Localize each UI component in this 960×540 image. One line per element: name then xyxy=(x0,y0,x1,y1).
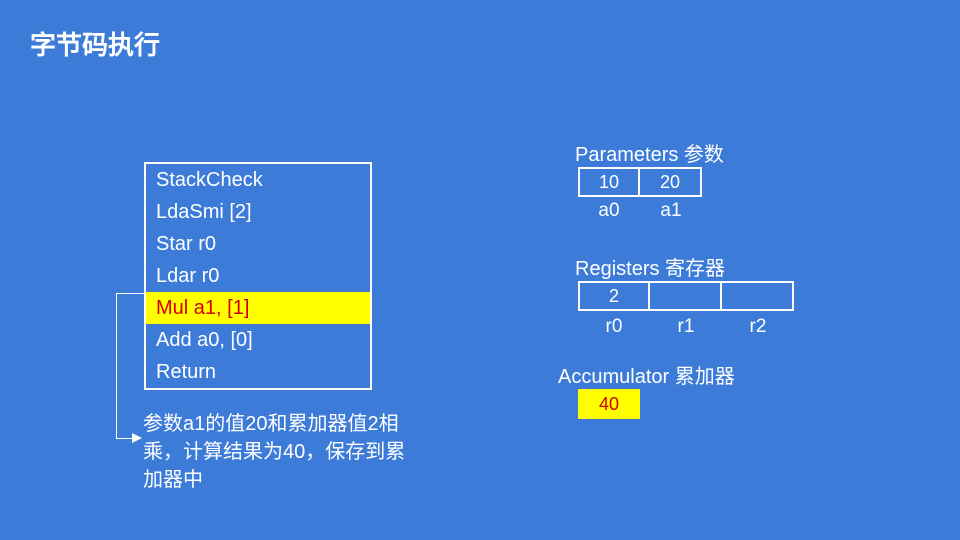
connector-line xyxy=(116,293,117,438)
register-cell: 2 xyxy=(578,281,650,311)
bytecode-line: Add a0, [0] xyxy=(146,324,370,356)
registers-label: Registers 寄存器 xyxy=(575,252,725,281)
bytecode-line: LdaSmi [2] xyxy=(146,196,370,228)
connector-line xyxy=(116,293,144,294)
accumulator-label: Accumulator 累加器 xyxy=(558,360,735,389)
register-name: r1 xyxy=(650,316,722,338)
parameters-sublabels: a0 a1 xyxy=(578,200,702,222)
arrow-icon xyxy=(132,433,142,443)
register-name: r0 xyxy=(578,316,650,338)
parameter-name: a1 xyxy=(640,200,702,222)
parameters-cells: 10 20 xyxy=(578,167,702,197)
bytecode-line: Star r0 xyxy=(146,228,370,260)
register-cell xyxy=(650,281,722,311)
bytecode-line-active: Mul a1, [1] xyxy=(146,292,370,324)
bytecode-line: Return xyxy=(146,356,370,388)
bytecode-line: Ldar r0 xyxy=(146,260,370,292)
registers-sublabels: r0 r1 r2 xyxy=(578,316,794,338)
register-name: r2 xyxy=(722,316,794,338)
step-caption: 参数a1的值20和累加器值2相乘，计算结果为40，保存到累加器中 xyxy=(143,410,413,494)
registers-cells: 2 xyxy=(578,281,794,311)
parameter-name: a0 xyxy=(578,200,640,222)
bytecode-line: StackCheck xyxy=(146,164,370,196)
parameters-label: Parameters 参数 xyxy=(575,138,724,167)
bytecode-list: StackCheck LdaSmi [2] Star r0 Ldar r0 Mu… xyxy=(144,162,372,390)
parameter-cell: 10 xyxy=(578,167,640,197)
accumulator-value: 40 xyxy=(578,389,640,419)
slide-title: 字节码执行 xyxy=(30,25,160,62)
parameter-cell: 20 xyxy=(640,167,702,197)
register-cell xyxy=(722,281,794,311)
